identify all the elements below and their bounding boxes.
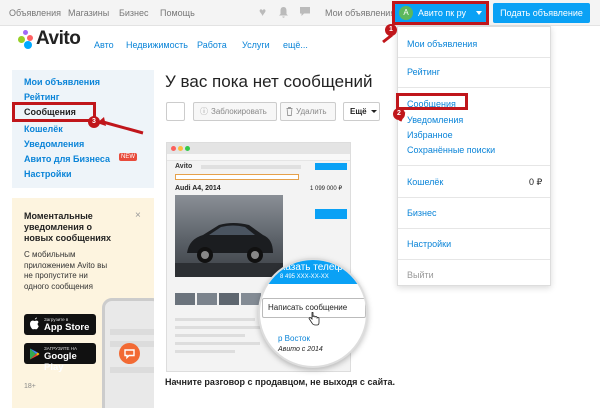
annotation-marker-3: 3 bbox=[88, 116, 100, 128]
annotation-marker-1: 1 bbox=[385, 24, 397, 36]
annotation-marker-2: 2 bbox=[393, 108, 405, 120]
annotation-arrows bbox=[97, 33, 406, 135]
